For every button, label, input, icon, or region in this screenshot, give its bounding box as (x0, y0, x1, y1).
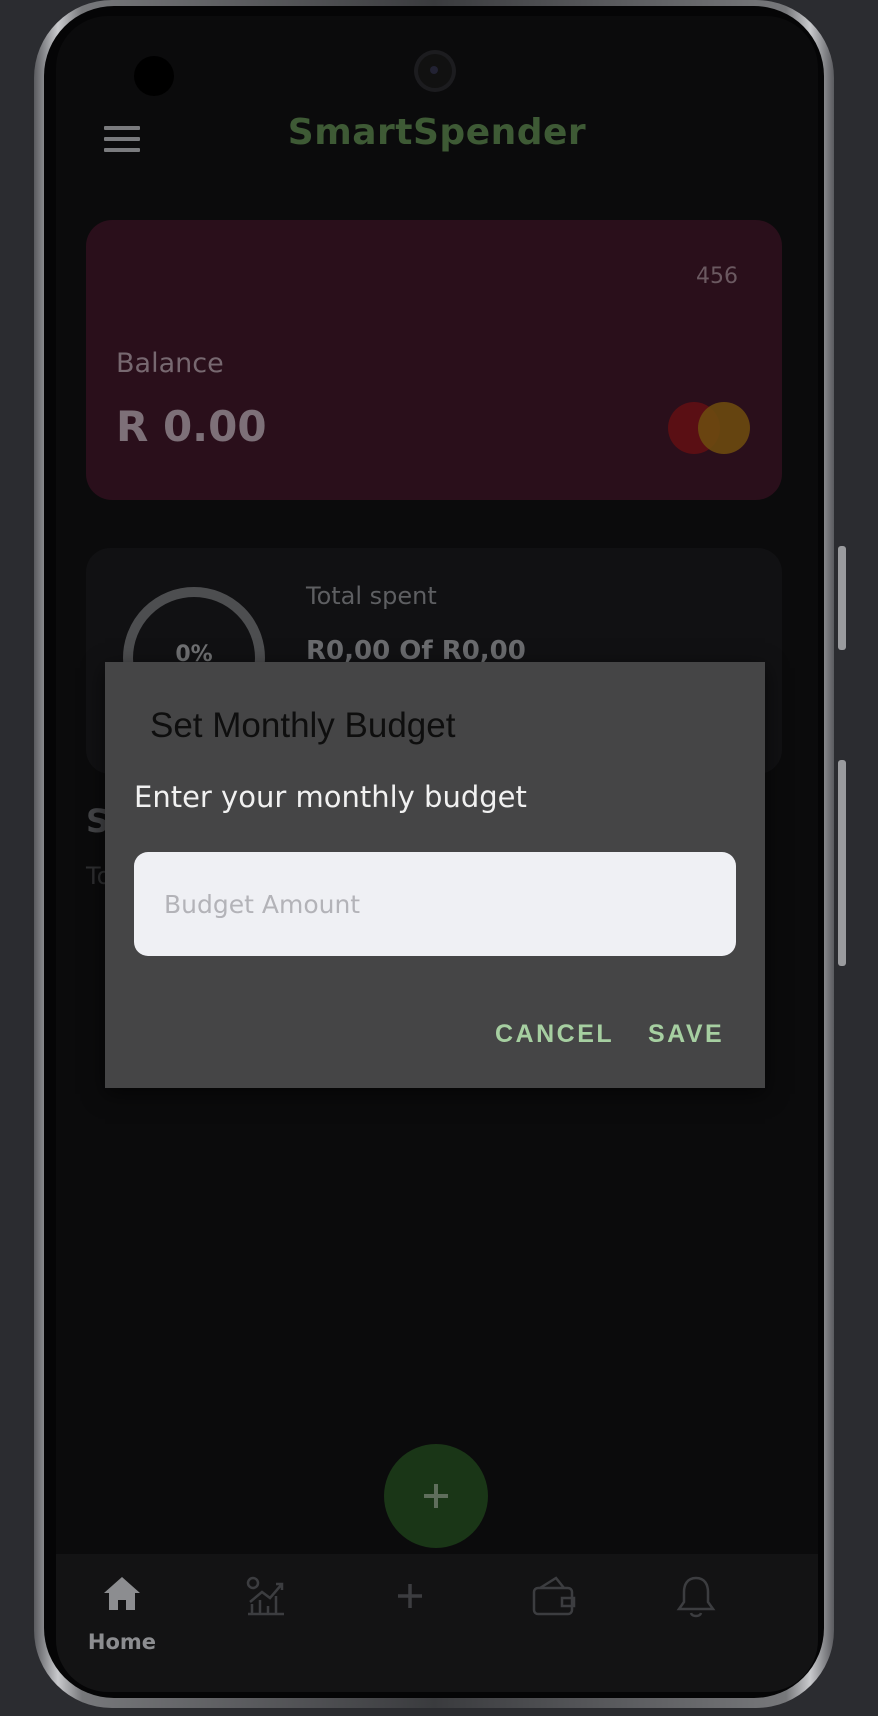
balance-value: R 0.00 (116, 402, 267, 451)
wallet-icon (532, 1576, 576, 1616)
punch-hole (134, 56, 174, 96)
home-icon (104, 1577, 140, 1610)
balance-card[interactable]: 456 Balance R 0.00 (86, 220, 782, 500)
bell-icon (676, 1576, 716, 1618)
dialog-title: Set Monthly Budget (150, 706, 456, 745)
plus-icon (398, 1584, 422, 1608)
budget-amount-input[interactable] (134, 852, 736, 956)
balance-label: Balance (116, 348, 224, 379)
nav-item-add[interactable] (360, 1574, 460, 1664)
nav-item-wallet[interactable] (502, 1574, 602, 1664)
app-title: SmartSpender (287, 112, 587, 153)
reports-icon (246, 1576, 284, 1616)
mastercard-logo-icon (668, 402, 750, 454)
nav-item-notifications[interactable] (646, 1574, 746, 1664)
volume-button (838, 546, 846, 650)
budget-dialog: Set Monthly Budget Enter your monthly bu… (105, 662, 765, 1088)
cancel-button[interactable]: CANCEL (495, 1020, 614, 1049)
nav-label-home: Home (87, 1630, 157, 1654)
dialog-message: Enter your monthly budget (134, 780, 527, 814)
bottom-navigation: Home (56, 1554, 818, 1692)
spent-label: Total spent (306, 582, 437, 610)
card-number: 456 (696, 264, 738, 289)
front-camera (414, 50, 456, 92)
save-button[interactable]: SAVE (648, 1020, 724, 1049)
power-button (838, 760, 846, 966)
app-screen: SmartSpender 456 Balance R 0.00 0% Total… (56, 16, 818, 1692)
nav-item-home[interactable]: Home (72, 1574, 172, 1664)
add-transaction-fab[interactable] (384, 1444, 488, 1548)
nav-item-reports[interactable] (216, 1574, 316, 1664)
